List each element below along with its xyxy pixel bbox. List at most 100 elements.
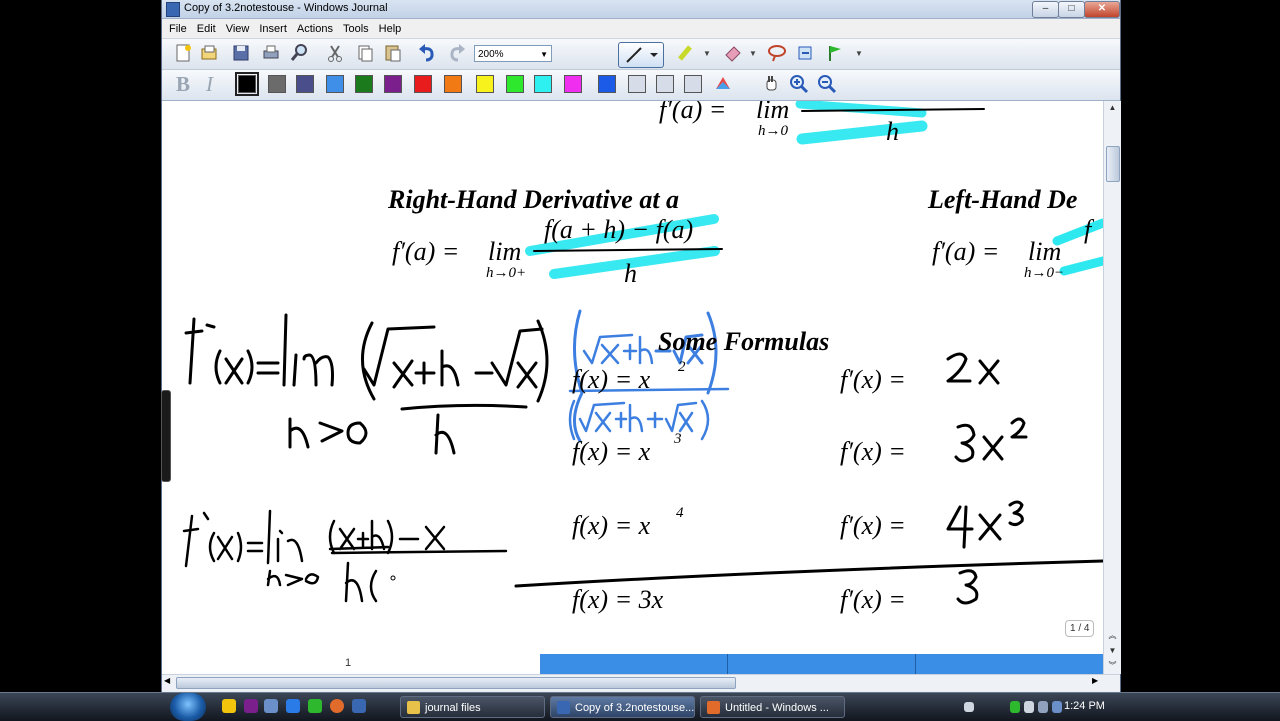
color-swatch[interactable] [684, 75, 702, 93]
task-journal-files[interactable]: journal files [400, 696, 545, 718]
color-swatch[interactable] [355, 75, 373, 93]
menu-tools[interactable]: Tools [338, 21, 374, 37]
show-desktop-icon[interactable] [264, 699, 278, 713]
print-icon[interactable] [260, 43, 282, 65]
vertical-scrollbar[interactable]: ▲ ︽ ▼ ︾ [1103, 101, 1121, 674]
clock: 1:24 PM [1064, 700, 1105, 712]
journal-icon [557, 701, 570, 714]
color-swatch[interactable] [326, 75, 344, 93]
minimize-button[interactable]: – [1032, 1, 1059, 18]
pan-icon[interactable] [760, 74, 782, 96]
close-button[interactable]: ✕ [1084, 1, 1120, 18]
color-swatch[interactable] [628, 75, 646, 93]
menu-file[interactable]: File [164, 21, 192, 37]
scroll-down-icon[interactable]: ▼ [1105, 644, 1120, 658]
aim-icon[interactable] [222, 699, 236, 713]
copy-icon[interactable] [354, 43, 376, 65]
formula-row-2-exp: 3 [674, 431, 682, 447]
menu-view[interactable]: View [221, 21, 255, 37]
menu-edit[interactable]: Edit [192, 21, 221, 37]
network-icon[interactable] [1010, 701, 1020, 713]
start-button[interactable] [170, 693, 206, 721]
zoom-select[interactable]: 200% ▼ [474, 45, 552, 62]
color-swatch[interactable] [296, 75, 314, 93]
task-label: Copy of 3.2notestouse... [575, 702, 695, 714]
page-tab-divider [915, 654, 916, 674]
left-formula-sub: h→0− [1024, 265, 1065, 281]
italic-button[interactable]: I [206, 72, 213, 97]
page-tab-bar[interactable] [540, 654, 1103, 674]
journal-quick-icon[interactable] [352, 699, 366, 713]
task-label: journal files [425, 702, 481, 714]
page-up-icon[interactable]: ︽ [1105, 629, 1120, 643]
zoom-out-icon[interactable] [816, 74, 838, 96]
save-icon[interactable] [230, 43, 252, 65]
menu-insert[interactable]: Insert [254, 21, 292, 37]
color-swatch[interactable] [476, 75, 494, 93]
scroll-right-icon[interactable]: ▶ [1092, 676, 1098, 685]
flag-icon[interactable] [824, 43, 846, 65]
left-formula-lim: lim [1028, 237, 1062, 266]
color-picker-icon[interactable] [712, 74, 734, 96]
taskbar: journal files Copy of 3.2notestouse... U… [0, 692, 1280, 721]
note-page[interactable]: f′(a) = lim h→0 h Right-Hand Derivative … [162, 101, 1103, 674]
highlighter-icon[interactable] [674, 43, 696, 65]
vertical-scroll-thumb[interactable] [1106, 146, 1120, 182]
tablet-input-tab[interactable] [161, 390, 171, 482]
tray-chevron-icon[interactable] [964, 702, 974, 712]
top-formula-lim: lim [756, 101, 790, 124]
color-swatch[interactable] [506, 75, 524, 93]
task-windows-journal[interactable]: Copy of 3.2notestouse... [550, 696, 695, 718]
left-formula-lhs: f′(a) = [932, 237, 1000, 266]
maximize-button[interactable]: □ [1058, 1, 1085, 18]
menu-bar: File Edit View Insert Actions Tools Help [162, 19, 1120, 39]
color-swatch[interactable] [598, 75, 616, 93]
journal-window: Copy of 3.2notestouse - Windows Journal … [161, 0, 1121, 692]
left-hand-heading: Left-Hand De [928, 185, 1078, 214]
cut-icon[interactable] [324, 43, 346, 65]
zoom-in-icon[interactable] [788, 74, 810, 96]
horizontal-scroll-thumb[interactable] [176, 677, 736, 689]
horizontal-scrollbar[interactable]: ◀ ▶ [162, 674, 1120, 691]
ie-icon[interactable] [286, 699, 300, 713]
color-swatch[interactable] [414, 75, 432, 93]
pen-button[interactable] [618, 42, 664, 68]
redo-icon[interactable] [446, 43, 468, 65]
formula-row-2-f: f(x) = x [572, 437, 651, 466]
color-swatch[interactable] [444, 75, 462, 93]
insert-space-icon[interactable] [794, 43, 816, 65]
task-untitled-window[interactable]: Untitled - Windows ... [700, 696, 845, 718]
task-label: Untitled - Windows ... [725, 702, 829, 714]
color-swatch[interactable] [656, 75, 674, 93]
tray-icon[interactable] [1052, 701, 1062, 713]
scroll-left-icon[interactable]: ◀ [164, 676, 170, 685]
color-swatch[interactable] [564, 75, 582, 93]
undo-icon[interactable] [416, 43, 438, 65]
eraser-dropdown-icon[interactable]: ▼ [742, 43, 764, 65]
tray-icon[interactable] [1038, 701, 1048, 713]
firefox-icon[interactable] [330, 699, 344, 713]
color-swatch[interactable] [384, 75, 402, 93]
color-swatch[interactable] [235, 72, 259, 96]
title-bar[interactable]: Copy of 3.2notestouse - Windows Journal … [162, 0, 1120, 19]
menu-help[interactable]: Help [374, 21, 407, 37]
formula-row-3-f: f(x) = x [572, 511, 651, 540]
open-icon[interactable] [198, 43, 220, 65]
bold-button[interactable]: B [176, 72, 190, 97]
highlighter-dropdown-icon[interactable]: ▼ [696, 43, 718, 65]
new-note-icon[interactable] [172, 43, 194, 65]
formula-row-4-fp: f′(x) = [840, 585, 906, 614]
page-down-icon[interactable]: ︾ [1105, 659, 1120, 673]
eraser-icon[interactable] [722, 43, 744, 65]
scroll-up-icon[interactable]: ▲ [1105, 101, 1120, 115]
color-swatch[interactable] [268, 75, 286, 93]
volume-icon[interactable] [1024, 701, 1034, 713]
lasso-icon[interactable] [766, 43, 788, 65]
search-icon[interactable] [288, 43, 310, 65]
color-swatch[interactable] [534, 75, 552, 93]
sync-icon[interactable] [308, 699, 322, 713]
paste-icon[interactable] [382, 43, 404, 65]
menu-actions[interactable]: Actions [292, 21, 338, 37]
flag-dropdown-icon[interactable]: ▼ [848, 43, 870, 65]
quicklaunch-icon[interactable] [244, 699, 258, 713]
